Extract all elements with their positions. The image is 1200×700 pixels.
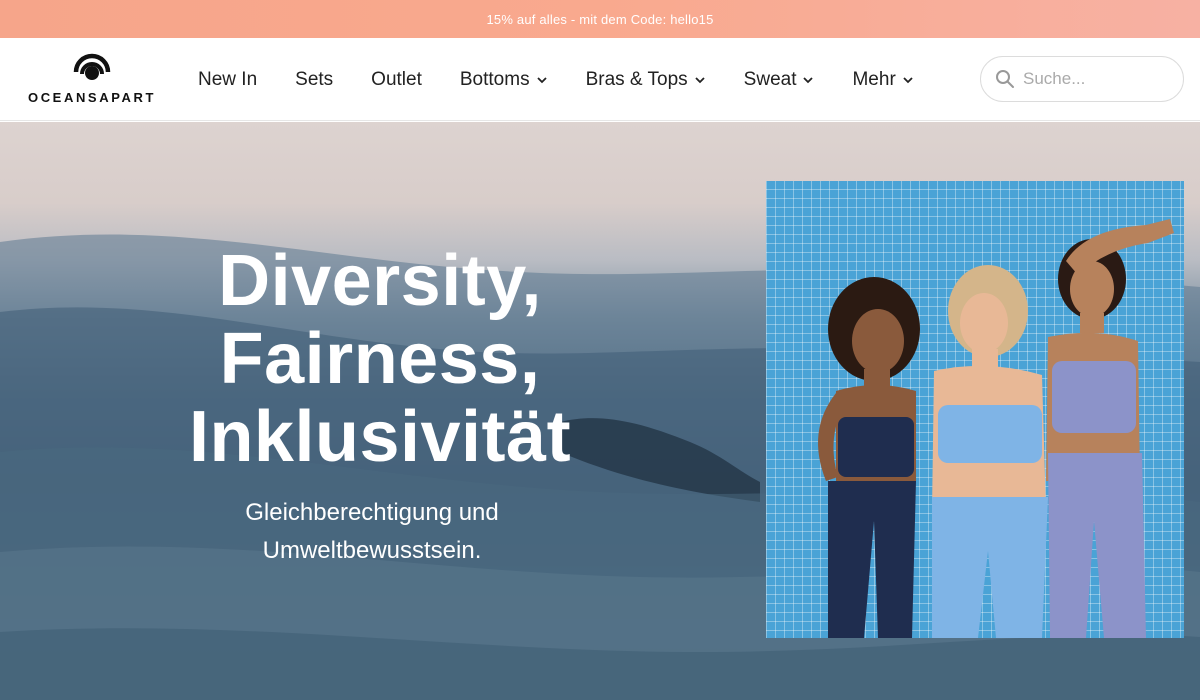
hero-title-line: Fairness, <box>219 319 541 399</box>
hero-title: Diversity, Fairness, Inklusivität <box>120 242 640 476</box>
hero-subtitle: Gleichberechtigung und Umweltbewusstsein… <box>172 494 572 570</box>
chevron-down-icon <box>536 76 547 83</box>
nav-item-label: Bras & Tops <box>585 68 688 90</box>
nav-item-label: Sweat <box>743 68 797 90</box>
promo-text: 15% auf alles - mit dem Code: hello15 <box>486 11 714 27</box>
nav-item-label: Outlet <box>371 68 422 90</box>
nav-item-label: Bottoms <box>459 68 530 90</box>
nav-item-sweat[interactable]: Sweat <box>744 69 815 91</box>
hero-banner: Diversity, Fairness, Inklusivität Gleich… <box>0 122 1200 700</box>
chevron-down-icon <box>695 76 705 83</box>
brand-logo[interactable]: OCEANSAPART <box>22 46 162 116</box>
oceansapart-logo-icon <box>73 53 111 80</box>
hero-title-line: Diversity, <box>218 241 542 321</box>
models-illustration <box>818 219 1174 638</box>
search-box[interactable] <box>980 56 1184 102</box>
chevron-down-icon <box>803 76 814 83</box>
site-header: OCEANSAPART New In Sets Outlet Bottoms B… <box>0 38 1200 121</box>
hero-title-line: Inklusivität <box>188 397 572 477</box>
chevron-down-icon <box>903 76 913 83</box>
main-nav: New In Sets Outlet Bottoms Bras & Tops S… <box>198 38 952 121</box>
nav-item-label: Sets <box>295 68 334 90</box>
hero-models-photo <box>766 181 1184 638</box>
hero-subtitle-line: Gleichberechtigung und <box>245 499 499 526</box>
promo-bar: 15% auf alles - mit dem Code: hello15 <box>0 0 1200 38</box>
nav-item-new-in[interactable]: New In <box>198 69 257 91</box>
hero-subtitle-line: Umweltbewusstsein. <box>262 537 482 564</box>
nav-item-sets[interactable]: Sets <box>295 69 333 91</box>
nav-item-bottoms[interactable]: Bottoms <box>460 69 548 91</box>
search-input[interactable] <box>1023 69 1173 89</box>
nav-item-mehr[interactable]: Mehr <box>852 69 913 91</box>
nav-item-label: New In <box>198 68 258 90</box>
brand-name: OCEANSAPART <box>27 90 157 105</box>
nav-item-label: Mehr <box>852 68 896 90</box>
nav-item-outlet[interactable]: Outlet <box>371 69 422 91</box>
nav-item-bras-tops[interactable]: Bras & Tops <box>586 69 706 91</box>
search-icon <box>996 70 1014 88</box>
